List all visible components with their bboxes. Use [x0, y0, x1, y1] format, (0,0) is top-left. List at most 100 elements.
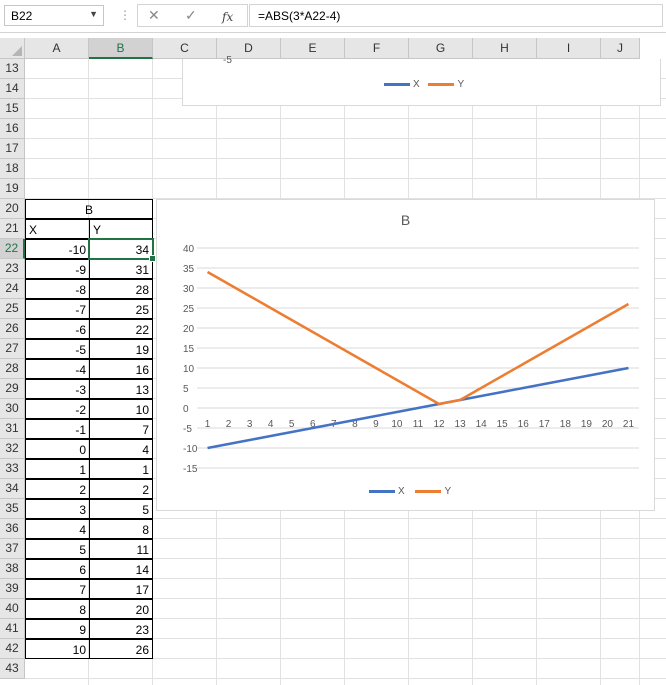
x-tick-label: 2 [226, 419, 232, 430]
row-header-43[interactable]: 43 [0, 659, 25, 679]
formula-input[interactable]: =ABS(3*A22-4) [249, 4, 663, 27]
cell-a35[interactable]: 3 [25, 499, 90, 519]
cell-a23[interactable]: -9 [25, 259, 90, 279]
column-header-a[interactable]: A [25, 38, 89, 59]
cell-a30[interactable]: -2 [25, 399, 90, 419]
close-icon[interactable]: ✕ [148, 7, 160, 24]
row-header-41[interactable]: 41 [0, 619, 25, 639]
cell-b41[interactable]: 23 [89, 619, 153, 639]
row-header-37[interactable]: 37 [0, 539, 25, 559]
cell-a33[interactable]: 1 [25, 459, 90, 479]
column-header-b[interactable]: B [89, 38, 153, 59]
cell-b37[interactable]: 11 [89, 539, 153, 559]
column-header-e[interactable]: E [281, 38, 345, 59]
column-header-j[interactable]: J [601, 38, 640, 59]
row-header-36[interactable]: 36 [0, 519, 25, 539]
column-header-g[interactable]: G [409, 38, 473, 59]
cell-b30[interactable]: 10 [89, 399, 153, 419]
cell-b32[interactable]: 4 [89, 439, 153, 459]
cell-a40[interactable]: 8 [25, 599, 90, 619]
cell-b29[interactable]: 13 [89, 379, 153, 399]
x-tick-label: 17 [539, 419, 551, 430]
cell-b25[interactable]: 25 [89, 299, 153, 319]
row-header-20[interactable]: 20 [0, 199, 25, 219]
cell-a41[interactable]: 9 [25, 619, 90, 639]
row-header-17[interactable]: 17 [0, 139, 25, 159]
cell-a34[interactable]: 2 [25, 479, 90, 499]
column-label-y[interactable]: Y [89, 219, 153, 239]
row-header-25[interactable]: 25 [0, 299, 25, 319]
cell-a28[interactable]: -4 [25, 359, 90, 379]
cell-a25[interactable]: -7 [25, 299, 90, 319]
cell-a24[interactable]: -8 [25, 279, 90, 299]
formula-bar-area: B22 ▼ ⋮ ✕ ✓ fx =ABS(3*A22-4) [0, 0, 666, 33]
cell-b27[interactable]: 19 [89, 339, 153, 359]
column-header-h[interactable]: H [473, 38, 537, 59]
row-header-23[interactable]: 23 [0, 259, 25, 279]
fill-handle[interactable] [149, 255, 156, 262]
table-header-cell[interactable]: B [25, 199, 153, 219]
row-header-21[interactable]: 21 [0, 219, 25, 239]
row-header-39[interactable]: 39 [0, 579, 25, 599]
row-header-29[interactable]: 29 [0, 379, 25, 399]
row-header-28[interactable]: 28 [0, 359, 25, 379]
row-header-16[interactable]: 16 [0, 119, 25, 139]
active-cell[interactable] [88, 238, 156, 262]
cell-a36[interactable]: 4 [25, 519, 90, 539]
cell-b38[interactable]: 14 [89, 559, 153, 579]
name-box[interactable]: B22 ▼ [4, 5, 104, 26]
cell-b34[interactable]: 2 [89, 479, 153, 499]
row-header-13[interactable]: 13 [0, 59, 25, 79]
y-tick-label: 20 [183, 324, 195, 335]
cell-b23[interactable]: 31 [89, 259, 153, 279]
row-header-19[interactable]: 19 [0, 179, 25, 199]
cell-a37[interactable]: 5 [25, 539, 90, 559]
row-header-30[interactable]: 30 [0, 399, 25, 419]
check-icon[interactable]: ✓ [185, 7, 197, 24]
cell-b35[interactable]: 5 [89, 499, 153, 519]
column-header-f[interactable]: F [345, 38, 409, 59]
fx-icon[interactable]: fx [222, 10, 233, 24]
cell-b31[interactable]: 7 [89, 419, 153, 439]
row-header-38[interactable]: 38 [0, 559, 25, 579]
cell-a31[interactable]: -1 [25, 419, 90, 439]
cell-a27[interactable]: -5 [25, 339, 90, 359]
select-all-button[interactable] [0, 38, 25, 59]
chevron-down-icon[interactable]: ▼ [89, 9, 98, 19]
cell-a29[interactable]: -3 [25, 379, 90, 399]
cell-b24[interactable]: 28 [89, 279, 153, 299]
cell-b39[interactable]: 17 [89, 579, 153, 599]
more-options-icon[interactable]: ⋮ [119, 8, 131, 22]
row-header-31[interactable]: 31 [0, 419, 25, 439]
cell-b28[interactable]: 16 [89, 359, 153, 379]
row-header-34[interactable]: 34 [0, 479, 25, 499]
row-header-27[interactable]: 27 [0, 339, 25, 359]
row-header-33[interactable]: 33 [0, 459, 25, 479]
cell-a32[interactable]: 0 [25, 439, 90, 459]
row-header-35[interactable]: 35 [0, 499, 25, 519]
cell-a42[interactable]: 10 [25, 639, 90, 659]
cell-a26[interactable]: -6 [25, 319, 90, 339]
row-header-18[interactable]: 18 [0, 159, 25, 179]
top-chart[interactable]: -5 X Y [182, 55, 661, 106]
row-header-22[interactable]: 22 [0, 239, 25, 259]
cell-b26[interactable]: 22 [89, 319, 153, 339]
cell-b33[interactable]: 1 [89, 459, 153, 479]
row-header-40[interactable]: 40 [0, 599, 25, 619]
column-header-i[interactable]: I [537, 38, 601, 59]
cell-a22[interactable]: -10 [25, 239, 90, 259]
row-header-42[interactable]: 42 [0, 639, 25, 659]
row-header-26[interactable]: 26 [0, 319, 25, 339]
cell-b36[interactable]: 8 [89, 519, 153, 539]
column-header-c[interactable]: C [153, 38, 217, 59]
cell-b40[interactable]: 20 [89, 599, 153, 619]
row-header-24[interactable]: 24 [0, 279, 25, 299]
line-chart[interactable]: B 40 35 30 25 20 15 10 5 0 -5 -10 -15 1 2 3 4 5 6 7 8 9 10 11 1… [156, 199, 655, 511]
cell-a38[interactable]: 6 [25, 559, 90, 579]
column-label-x[interactable]: X [25, 219, 90, 239]
cell-a39[interactable]: 7 [25, 579, 90, 599]
row-header-14[interactable]: 14 [0, 79, 25, 99]
row-header-15[interactable]: 15 [0, 99, 25, 119]
cell-b42[interactable]: 26 [89, 639, 153, 659]
row-header-32[interactable]: 32 [0, 439, 25, 459]
